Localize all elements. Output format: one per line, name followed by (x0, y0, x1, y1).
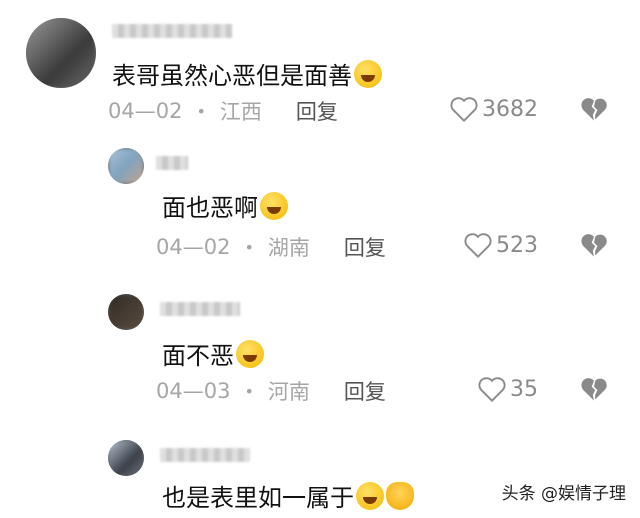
comment-text-content: 面不恶 (162, 342, 234, 370)
comment-text: 面不恶 (162, 336, 264, 371)
comment-text-content: 也是表里如一属于 (162, 484, 354, 512)
reply-button[interactable]: 回复 (296, 96, 338, 126)
heart-icon (450, 97, 478, 122)
like-button[interactable]: 35 (478, 376, 538, 402)
winking-face-emoji-icon (354, 59, 382, 88)
heart-icon (478, 377, 506, 402)
broken-heart-icon[interactable] (580, 96, 608, 122)
comment-meta: 04—02 • 江西 回复 (108, 96, 338, 126)
comment-meta: 04—03 • 河南 回复 (156, 376, 386, 406)
comment-date: 04—03 (156, 379, 231, 403)
separator-dot: • (244, 381, 254, 401)
reply-button[interactable]: 回复 (344, 376, 386, 406)
avatar[interactable] (26, 18, 96, 88)
watermark: 头条 @娱情子理 (501, 484, 626, 504)
comment-date: 04—02 (156, 235, 231, 259)
like-count: 523 (496, 232, 538, 258)
separator-dot: • (244, 237, 254, 257)
laughing-face-emoji-icon (356, 481, 384, 510)
comment-meta: 04—02 • 湖南 回复 (156, 232, 386, 262)
comment-location: 河南 (267, 380, 310, 404)
broken-heart-icon[interactable] (580, 232, 608, 258)
avatar[interactable] (108, 294, 144, 330)
like-button[interactable]: 523 (464, 232, 538, 258)
like-button[interactable]: 3682 (450, 96, 538, 122)
like-count: 3682 (482, 96, 538, 122)
comment-text: 也是表里如一属于 (162, 478, 414, 513)
comment-location: 江西 (219, 100, 262, 124)
like-count: 35 (510, 376, 538, 402)
separator-dot: • (196, 101, 206, 121)
comment-location: 湖南 (267, 236, 310, 260)
comment-text: 面也恶啊 (162, 188, 288, 223)
username[interactable] (160, 302, 240, 316)
comment-text-content: 面也恶啊 (162, 194, 258, 222)
comment-text-content: 表哥虽然心恶但是面善 (112, 62, 352, 90)
avatar[interactable] (108, 148, 144, 184)
avatar[interactable] (108, 440, 144, 476)
heart-icon (464, 233, 492, 258)
username[interactable] (112, 24, 232, 38)
ok-hand-emoji-icon (386, 481, 414, 510)
laughing-face-emoji-icon (260, 191, 288, 220)
username[interactable] (160, 448, 250, 462)
comment-date: 04—02 (108, 99, 183, 123)
comment-text: 表哥虽然心恶但是面善 (112, 56, 382, 91)
grimacing-face-emoji-icon (236, 339, 264, 368)
broken-heart-icon[interactable] (580, 376, 608, 402)
username[interactable] (156, 156, 188, 170)
reply-button[interactable]: 回复 (344, 232, 386, 262)
